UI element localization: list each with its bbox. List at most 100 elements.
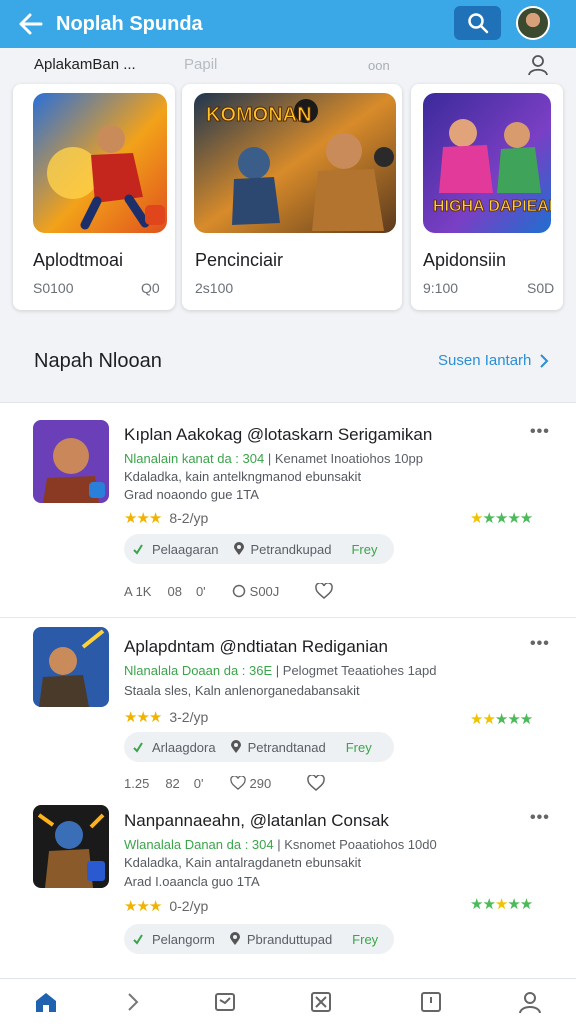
more-menu-button[interactable]: ••• (530, 809, 550, 827)
stat-text: 1.25 (124, 775, 150, 791)
home-icon (36, 993, 56, 1012)
tag-chip[interactable]: Petrandtanad (230, 740, 326, 755)
app-description: Kdaladka, Kain antalragdanetn ebunsakit (124, 855, 362, 870)
app-title: Kıplan Aakokag @lotaskarn Serigamikan (124, 425, 433, 444)
card-meta: S0100 (33, 280, 74, 296)
chevron-right-icon (540, 353, 549, 368)
page-title: Noplah Spunda (56, 12, 203, 35)
heart-icon[interactable] (315, 583, 334, 599)
bottom-navigation (0, 978, 576, 1025)
nav-cancel[interactable] (308, 989, 334, 1015)
back-button[interactable] (18, 11, 44, 37)
tag-chip[interactable]: Frey (346, 740, 372, 755)
arrow-left-icon (19, 13, 43, 35)
tag-chip[interactable]: Pelangorm (132, 932, 215, 947)
game-art (33, 93, 167, 233)
app-title: Nanpannaeahn, @latanlan Consak (124, 811, 389, 830)
app-thumbnail (33, 627, 109, 707)
featured-tab[interactable]: oon (368, 58, 390, 73)
clock-card-icon (421, 992, 441, 1012)
tag-chip[interactable]: Frey (351, 542, 377, 557)
search-button[interactable] (454, 6, 501, 40)
nav-inbox[interactable] (212, 989, 238, 1015)
top-app-bar: Noplah Spunda (0, 0, 576, 48)
location-pin-icon (233, 542, 244, 555)
card-meta: 2s100 (195, 280, 234, 296)
app-description: Kdaladka, kain antelkngmanod ebunsakit (124, 469, 362, 484)
app-subtitle: Wlanalala Danan da : 304 | Ksnomet Poaat… (124, 837, 437, 852)
avatar[interactable] (516, 6, 550, 40)
app-description: Grad noaondo gue 1TA (124, 487, 259, 502)
tag-label: Pelaagaran (152, 541, 219, 557)
comment-count[interactable]: 0' (194, 776, 204, 791)
user-icon[interactable] (527, 54, 549, 76)
see-all-link[interactable]: Susen Iantarh (438, 352, 549, 369)
game-art: KOMONAN (194, 93, 396, 233)
app-subtitle: Nlanalala Doaan da : 36E | Pelogmet Teaa… (124, 663, 437, 678)
check-icon (133, 934, 143, 945)
see-all-label: Susen Iantarh (438, 352, 532, 369)
tag-label: Pelangorm (152, 931, 215, 947)
app-subtitle-grey: | Ksnomet Poaatiohos 10d0 (277, 837, 437, 852)
app-subtitle-green: Wlanalala Danan da : 304 (124, 837, 274, 852)
inbox-icon (215, 993, 235, 1011)
app-subtitle-grey: | Kenamet Inoatiohos 10pp (267, 451, 423, 466)
app-subtitle: Nlanalain kanat da : 304 | Kenamet Inoat… (124, 451, 423, 466)
tag-chip[interactable]: Frey (352, 932, 378, 947)
stat-text: S00J (249, 583, 280, 599)
card-title: Aplodtmoai (33, 250, 124, 270)
app-title: Aplapdntam @ndtiatan Rediganian (124, 637, 388, 656)
tag-label: Pbranduttupad (246, 931, 333, 947)
more-menu-button[interactable]: ••• (530, 423, 550, 441)
location-pin-icon (230, 740, 241, 753)
tag-chip[interactable]: Petrandkupad (233, 541, 332, 557)
profile-icon (519, 992, 541, 1014)
tag-chip[interactable]: Arlaagdora (132, 740, 216, 755)
tag-label: Petrandtanad (247, 739, 326, 755)
nav-home[interactable] (33, 989, 59, 1015)
featured-card[interactable]: HIGHA DAPIEAN Apidonsiin 9:100 S0D (411, 84, 563, 310)
heart-icon[interactable] (307, 775, 326, 791)
game-art: HIGHA DAPIEAN (423, 93, 551, 233)
check-icon (133, 544, 143, 555)
check-icon (133, 742, 143, 753)
star-rating-icon: ★★★★★ (470, 896, 533, 913)
more-menu-button[interactable]: ••• (530, 635, 550, 653)
stat-text: A 1K (124, 583, 152, 599)
heart-icon (229, 776, 246, 790)
card-meta: Q0 (141, 280, 160, 296)
tag-chips: Arlaagdora Petrandtanad Frey (124, 732, 394, 762)
tag-chip[interactable]: Pbranduttupad (229, 932, 332, 947)
chat-bubble-icon (232, 584, 245, 598)
tag-chip[interactable]: Pelaagaran (132, 542, 219, 557)
featured-carousel: AplakamBan ... Papil oon Aplodtmoai S010… (0, 48, 576, 318)
rating: ★★★ 3-2/yp (124, 708, 208, 726)
tag-label: Arlaagdora (152, 739, 216, 755)
share-button[interactable]: S00J (232, 583, 280, 599)
app-description: Arad I.oaancla guo 1TA (124, 874, 260, 889)
rating-text: 0-2/yp (169, 898, 209, 914)
chevron-right-icon (128, 993, 139, 1011)
rating-text: 8-2/yp (169, 510, 209, 526)
app-subtitle-grey: | Pelogmet Teaatiohes 1apd (275, 663, 437, 678)
game-art-text: KOMONAN (206, 104, 312, 126)
nav-profile[interactable] (517, 989, 543, 1015)
comment-count[interactable]: 0' (196, 584, 206, 599)
star-rating-icon: ★★★ (124, 510, 162, 527)
like-count[interactable]: 290 (229, 776, 271, 791)
star-rating-icon: ★★★ (124, 898, 162, 915)
featured-card[interactable]: Aplodtmoai S0100 Q0 (13, 84, 175, 310)
star-rating-icon: ★★★★★ (470, 711, 533, 728)
card-meta: S0D (527, 280, 555, 296)
star-rating-icon: ★★★ (124, 709, 162, 726)
nav-forward[interactable] (120, 989, 146, 1015)
section-title: Napah Nlooan (34, 350, 162, 372)
rating: ★★★ 0-2/yp (124, 897, 208, 915)
featured-tab[interactable]: Papil (184, 56, 217, 73)
nav-schedule[interactable] (418, 989, 444, 1015)
stat-text: 08 (167, 583, 182, 599)
location-pin-icon (229, 932, 240, 945)
tag-label: Petrandkupad (250, 541, 332, 557)
item-actions: A 1K 08 0' S00J (124, 583, 334, 599)
featured-card[interactable]: KOMONAN Pencinciair 2s100 (182, 84, 402, 310)
